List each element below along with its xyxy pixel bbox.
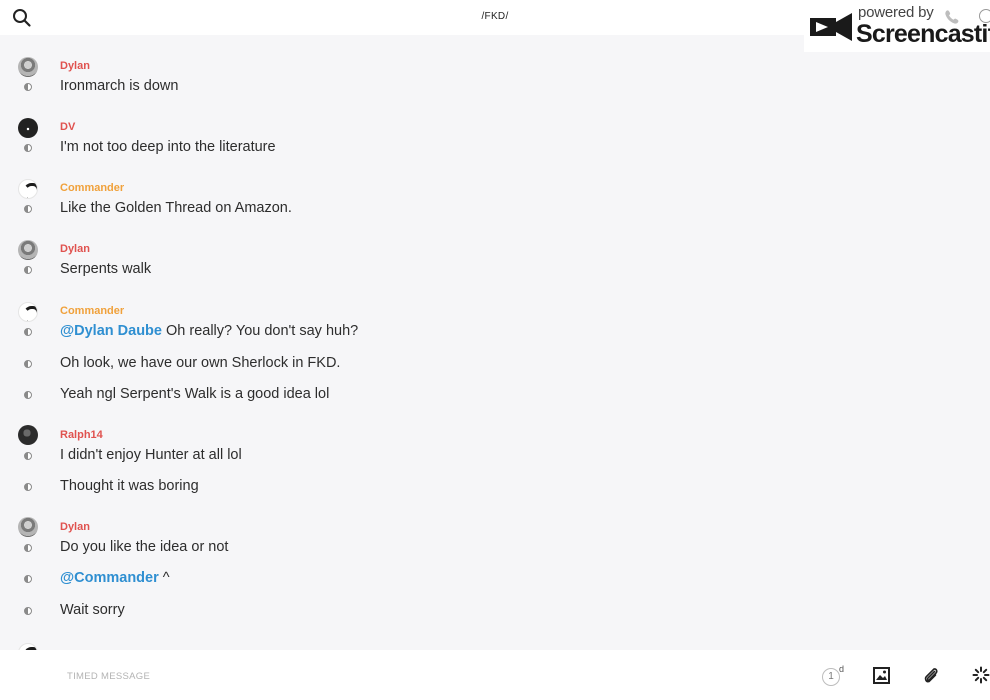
info-icon[interactable] (979, 9, 990, 23)
message-text: I didn't enjoy Hunter at all lol (60, 447, 242, 463)
message-list: Dylan Ironmarch is down DV I'm not too d… (0, 35, 990, 650)
read-status-icon (24, 144, 32, 152)
read-status-icon (24, 483, 32, 491)
avatar[interactable] (18, 57, 38, 77)
read-status-icon (24, 360, 32, 368)
avatar[interactable] (18, 517, 38, 537)
message-text-fragment: Oh really? You don't say huh? (161, 323, 359, 339)
sparkle-icon[interactable] (972, 666, 990, 684)
author-name[interactable]: Commander (60, 305, 124, 317)
read-status-icon (24, 544, 32, 552)
author-name[interactable]: Dylan (60, 243, 90, 255)
author-name[interactable]: DV (60, 121, 75, 133)
avatar[interactable] (18, 179, 38, 199)
powered-by-text: powered by (858, 4, 934, 21)
read-status-icon (24, 575, 32, 583)
message-text: Yeah ngl Serpent's Walk is a good idea l… (60, 386, 330, 402)
message-text: Ironmarch is down (60, 78, 179, 94)
avatar[interactable] (18, 240, 38, 260)
message-text: @Commander ^ (60, 570, 170, 586)
read-status-icon (24, 266, 32, 274)
author-name[interactable]: Dylan (60, 521, 90, 533)
message-text: Oh look, we have our own Sherlock in FKD… (60, 355, 341, 371)
image-icon[interactable] (873, 667, 890, 684)
author-name[interactable]: Commander (60, 182, 124, 194)
message-text: @Dylan Daube Oh really? You don't say hu… (60, 323, 358, 339)
read-status-icon (24, 607, 32, 615)
author-name[interactable]: Dylan (60, 60, 90, 72)
phone-icon[interactable] (944, 9, 960, 25)
author-name[interactable]: Ralph14 (60, 429, 103, 441)
message-text: I'm not too deep into the literature (60, 139, 276, 155)
timer-unit: d (839, 664, 845, 674)
read-status-icon (24, 83, 32, 91)
mention-link[interactable]: @Dylan Daube (60, 323, 162, 339)
read-status-icon (24, 328, 32, 336)
message-text: Do you like the idea or not (60, 539, 229, 555)
paperclip-icon[interactable] (922, 666, 940, 684)
message-text: Like the Golden Thread on Amazon. (60, 200, 292, 216)
read-status-icon (24, 391, 32, 399)
avatar[interactable] (18, 302, 38, 322)
message-text: Wait sorry (60, 602, 125, 618)
message-text: Thought it was boring (60, 478, 199, 494)
read-status-icon (24, 452, 32, 460)
avatar[interactable] (18, 643, 38, 650)
message-text-fragment: ^ (158, 570, 170, 586)
read-status-icon (24, 205, 32, 213)
avatar[interactable] (18, 425, 38, 445)
avatar[interactable] (18, 118, 38, 138)
timer-icon[interactable]: 1 d (822, 664, 845, 688)
mention-link[interactable]: @Commander (60, 570, 159, 586)
message-text: Serpents walk (60, 261, 152, 277)
timer-value: 1 (822, 668, 840, 686)
message-input[interactable]: TIMED MESSAGE (67, 671, 150, 682)
